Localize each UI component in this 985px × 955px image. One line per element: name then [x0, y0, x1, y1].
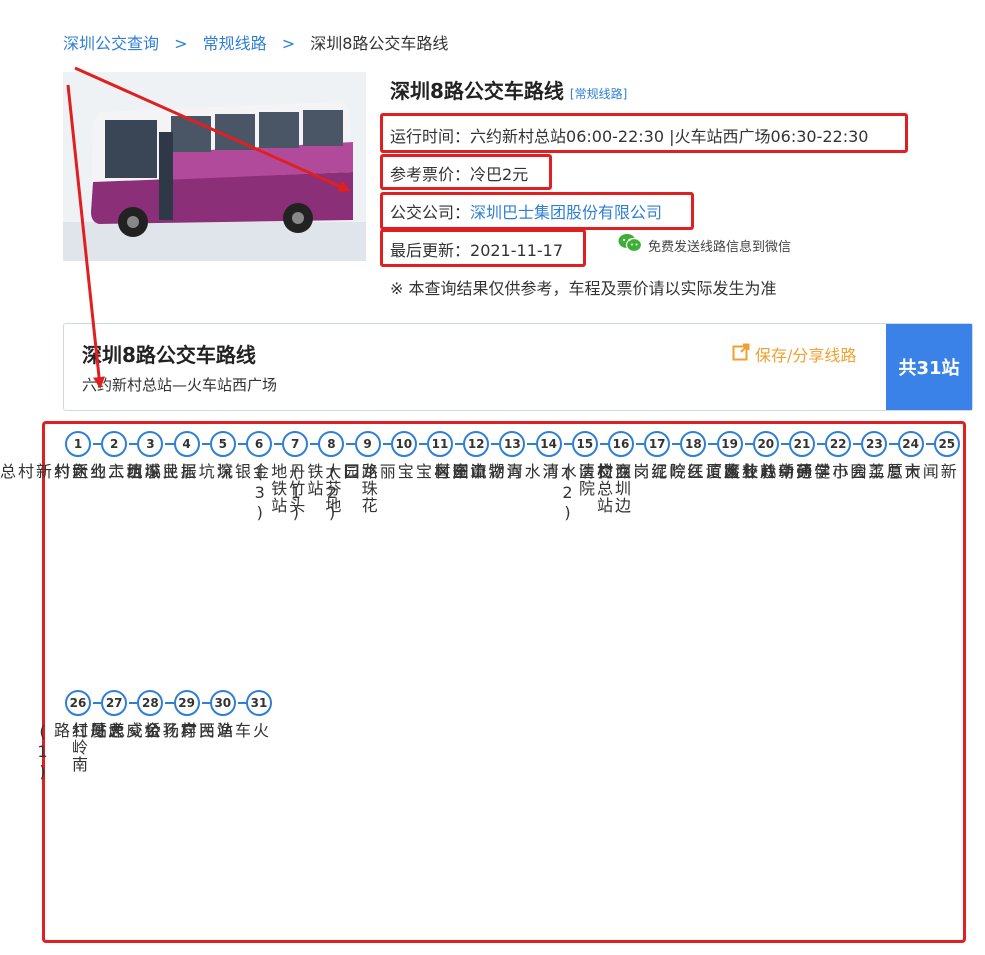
breadcrumb-link-shenzhen-bus[interactable]: 深圳公交查询: [63, 34, 159, 53]
stop-number[interactable]: 5: [209, 431, 236, 457]
summary-title: 深圳8路公交车路线: [82, 343, 256, 367]
line-info: 深圳8路公交车路线 [常规线路] 运行时间：六约新村总站06:00-22:30 …: [390, 75, 950, 298]
stop-number[interactable]: 31: [246, 690, 272, 716]
stop-number[interactable]: 30: [209, 690, 236, 716]
stop-number[interactable]: 9: [354, 431, 381, 457]
stops-highlight-box: [42, 421, 966, 943]
stop-connector: [889, 443, 898, 445]
stop-connector: [165, 443, 174, 445]
stop-number[interactable]: 22: [825, 431, 852, 457]
breadcrumb: 深圳公交查询 > 常规线路 > 深圳8路公交车路线: [63, 30, 448, 54]
stop-connector: [491, 443, 500, 445]
stop-connector: [636, 443, 645, 445]
stop-name[interactable]: 宝丽路口: [341, 463, 414, 480]
stop-connector: [310, 443, 319, 445]
stop-connector: [563, 443, 572, 445]
bus-photo: [63, 72, 366, 261]
stop-number[interactable]: 17: [644, 431, 671, 457]
stop-number[interactable]: 15: [571, 431, 598, 457]
stop-number[interactable]: 4: [173, 431, 200, 457]
stop-number[interactable]: 21: [789, 431, 815, 457]
send-to-wechat-link[interactable]: 免费发送线路信息到微信: [618, 233, 791, 257]
stop-number[interactable]: 14: [535, 431, 562, 457]
stop-number[interactable]: 25: [933, 431, 960, 457]
stop-count-badge: 共31站: [886, 324, 972, 410]
stop-number[interactable]: 16: [608, 431, 634, 457]
stop-number[interactable]: 20: [752, 431, 779, 457]
stop-connector: [274, 443, 283, 445]
stop-connector: [165, 702, 174, 704]
line-title: 深圳8路公交车路线: [390, 79, 564, 103]
stop-connector: [925, 443, 934, 445]
breadcrumb-separator: >: [174, 34, 188, 53]
highlight-bus-company: [380, 192, 694, 230]
stop-number[interactable]: 6: [246, 431, 272, 457]
breadcrumb-current: 深圳8路公交车路线: [310, 34, 449, 53]
stop-number[interactable]: 12: [463, 431, 490, 457]
stop-number[interactable]: 19: [716, 431, 743, 457]
stop-connector: [201, 443, 210, 445]
stop-number[interactable]: 11: [427, 431, 453, 457]
stop-name[interactable]: 火车站西广场公交总站: [88, 722, 269, 739]
stop-connector: [346, 443, 355, 445]
stop-number[interactable]: 27: [101, 690, 128, 716]
stop-connector: [853, 443, 862, 445]
disclaimer: ※ 本查询结果仅供参考，车程及票价请以实际发生为准: [390, 279, 777, 298]
highlight-last-updated: [380, 229, 586, 267]
stop-number[interactable]: 26: [65, 690, 91, 716]
stop-connector: [527, 443, 536, 445]
line-type-tag[interactable]: [常规线路]: [570, 85, 627, 102]
stop-name[interactable]: 新闻大厦: [884, 463, 957, 480]
stop-number[interactable]: 7: [282, 431, 309, 457]
stop-connector: [93, 702, 102, 704]
save-share-label: 保存/分享线路: [755, 346, 857, 365]
stop-connector: [93, 443, 102, 445]
stop-connector: [201, 702, 210, 704]
highlight-operating-hours: [380, 113, 908, 153]
summary-route: 六约新村总站—火车站西广场: [82, 376, 278, 394]
wechat-icon: [618, 233, 643, 257]
stop-connector: [418, 443, 427, 445]
stop-connector: [237, 702, 246, 704]
stop-number[interactable]: 24: [897, 431, 924, 457]
stop-connector: [817, 443, 826, 445]
stop-connector: [382, 443, 391, 445]
breadcrumb-link-regular-lines[interactable]: 常规线路: [203, 34, 267, 53]
stop-connector: [129, 443, 138, 445]
highlight-fare: [380, 154, 552, 190]
stop-number[interactable]: 10: [390, 431, 417, 457]
stop-connector: [672, 443, 681, 445]
stop-number[interactable]: 2: [101, 431, 128, 457]
stop-number[interactable]: 1: [65, 431, 91, 457]
stop-connector: [599, 443, 608, 445]
stop-number[interactable]: 29: [173, 690, 200, 716]
share-icon: [732, 343, 750, 365]
route-summary: 深圳8路公交车路线 六约新村总站—火车站西广场 保存/分享线路 共31站: [63, 323, 973, 411]
breadcrumb-separator: >: [281, 34, 296, 53]
stop-connector: [708, 443, 717, 445]
send-to-wechat-label: 免费发送线路信息到微信: [648, 239, 792, 255]
stop-connector: [129, 702, 138, 704]
stop-connector: [780, 443, 789, 445]
save-share-button[interactable]: 保存/分享线路: [732, 342, 856, 366]
stop-connector: [237, 443, 246, 445]
stop-connector: [744, 443, 753, 445]
stop-connector: [455, 443, 464, 445]
